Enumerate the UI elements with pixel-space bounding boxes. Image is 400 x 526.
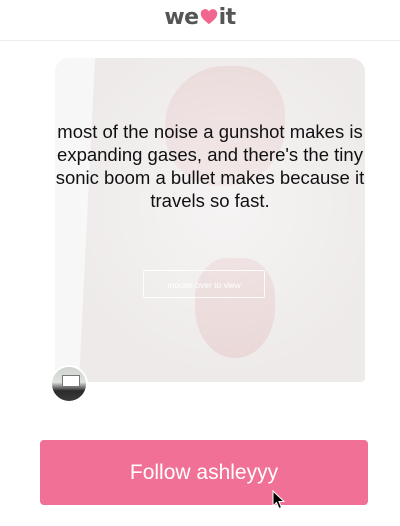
avatar-image-detail <box>62 375 80 387</box>
post-quote-text: most of the noise a gunshot makes is exp… <box>55 121 365 211</box>
page: we it most of the noise a gunshot makes i… <box>0 0 400 526</box>
weheartit-logo[interactable]: we it <box>0 4 400 32</box>
heart-icon <box>200 9 217 25</box>
post-card[interactable] <box>55 58 365 382</box>
follow-button[interactable]: Follow ashleyyy <box>40 440 368 505</box>
card-overlay <box>55 58 365 382</box>
logo-text-right: it <box>218 5 237 30</box>
avatar[interactable] <box>50 365 88 403</box>
mouse-over-to-view-button[interactable]: mouse over to view <box>143 270 265 298</box>
header: we it <box>0 0 400 41</box>
logo-text-left: we <box>164 5 199 30</box>
